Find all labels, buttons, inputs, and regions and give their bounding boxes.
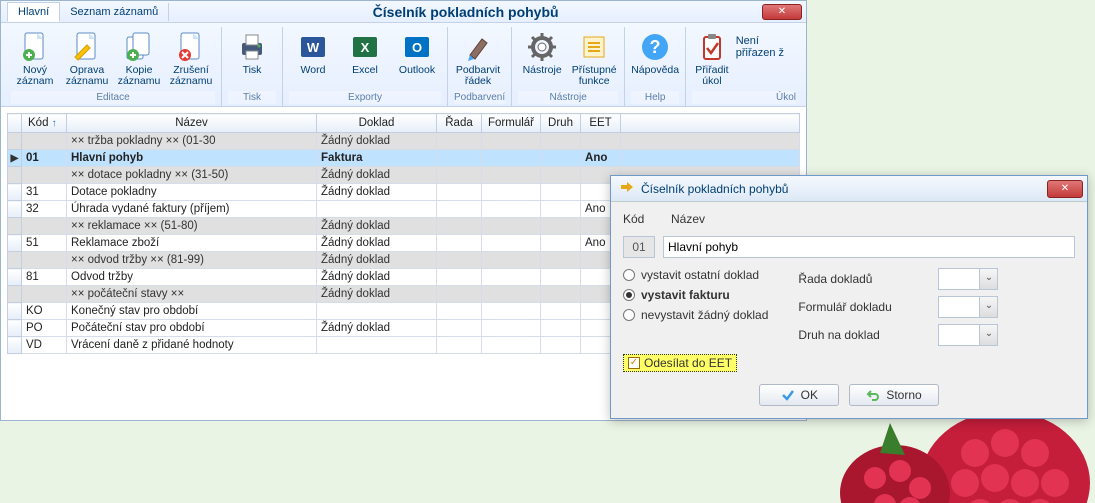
chevron-down-icon[interactable]: ⌄: [979, 297, 997, 317]
functions-button[interactable]: Přístupné funkce: [570, 29, 618, 89]
tools-button[interactable]: Nástroje: [518, 29, 566, 89]
check-icon: [781, 388, 795, 402]
col-doc[interactable]: Doklad: [317, 114, 437, 133]
form-combo[interactable]: ⌄: [938, 296, 998, 318]
col-code[interactable]: Kód ↑: [22, 114, 67, 133]
document-delete-icon: [175, 31, 207, 63]
series-label: Řada dokladů: [798, 272, 872, 286]
svg-text:W: W: [307, 40, 320, 55]
paintbrush-icon: [462, 31, 494, 63]
row-selector-header[interactable]: [8, 114, 22, 133]
col-series[interactable]: Řada: [437, 114, 482, 133]
tab-main[interactable]: Hlavní: [7, 2, 60, 22]
dialog-close-button[interactable]: ✕: [1047, 180, 1083, 198]
radio-other-doc[interactable]: vystavit ostatní doklad: [623, 268, 768, 282]
dialog-title: Číselník pokladních pohybů: [641, 182, 1047, 196]
radio-none[interactable]: nevystavit žádný doklad: [623, 308, 768, 322]
ribbon: Nový záznam Oprava záznamu Kopie záznamu…: [1, 23, 806, 107]
undo-icon: [866, 388, 880, 402]
table-row[interactable]: ×× tržba pokladny ×× (01-30Žádný doklad: [8, 133, 800, 150]
name-label: Název: [671, 212, 705, 226]
chevron-down-icon[interactable]: ⌄: [979, 325, 997, 345]
copy-record-button[interactable]: Kopie záznamu: [115, 29, 163, 89]
col-eet[interactable]: EET: [581, 114, 621, 133]
document-plus-icon: [19, 31, 51, 63]
help-icon: ?: [639, 31, 671, 63]
outlook-icon: O: [401, 31, 433, 63]
arrows-icon: [619, 181, 635, 197]
print-button[interactable]: Tisk: [228, 29, 276, 89]
sort-asc-icon: ↑: [52, 118, 57, 129]
close-button[interactable]: ✕: [762, 4, 802, 20]
table-row[interactable]: ▶01Hlavní pohybFakturaAno: [8, 150, 800, 167]
col-type[interactable]: Druh: [541, 114, 581, 133]
printer-icon: [236, 31, 268, 63]
title-bar: Hlavní Seznam záznamů Číselník pokladníc…: [1, 1, 806, 23]
chevron-down-icon[interactable]: ⌄: [979, 269, 997, 289]
excel-icon: X: [349, 31, 381, 63]
assign-task-button[interactable]: Přiřadit úkol: [692, 29, 732, 89]
type-combo[interactable]: ⌄: [938, 324, 998, 346]
col-name[interactable]: Název: [67, 114, 317, 133]
highlight-row-button[interactable]: Podbarvit řádek: [454, 29, 502, 89]
col-spacer: [621, 114, 800, 133]
new-record-button[interactable]: Nový záznam: [11, 29, 59, 89]
window-title: Číselník pokladních pohybů: [169, 4, 762, 20]
document-pencil-icon: [71, 31, 103, 63]
excel-export-button[interactable]: X Excel: [341, 29, 389, 89]
svg-text:O: O: [412, 40, 422, 55]
document-copy-icon: [123, 31, 155, 63]
word-icon: W: [297, 31, 329, 63]
edit-record-button[interactable]: Oprava záznamu: [63, 29, 111, 89]
svg-text:?: ?: [650, 37, 661, 57]
gear-icon: [526, 31, 558, 63]
list-icon: [578, 31, 610, 63]
code-label: Kód: [623, 212, 663, 226]
eet-checkbox[interactable]: ✓ Odesílat do EET: [623, 354, 737, 372]
radio-invoice[interactable]: vystavit fakturu: [623, 288, 768, 302]
clipboard-icon: [696, 31, 728, 63]
form-label: Formulář dokladu: [798, 300, 891, 314]
outlook-export-button[interactable]: O Outlook: [393, 29, 441, 89]
code-field: [623, 236, 655, 258]
checkbox-icon: ✓: [628, 357, 640, 369]
delete-record-button[interactable]: Zrušení záznamu: [167, 29, 215, 89]
help-button[interactable]: ? Nápověda: [631, 29, 679, 89]
svg-text:X: X: [361, 40, 370, 55]
col-form[interactable]: Formulář: [482, 114, 541, 133]
type-label: Druh na doklad: [798, 328, 879, 342]
task-status: Není přiřazen ž: [736, 29, 796, 89]
ok-button[interactable]: OK: [759, 384, 839, 406]
dialog-title-bar: Číselník pokladních pohybů ✕: [611, 176, 1087, 202]
tab-list[interactable]: Seznam záznamů: [60, 3, 169, 21]
cancel-button[interactable]: Storno: [849, 384, 938, 406]
name-field[interactable]: [663, 236, 1075, 258]
word-export-button[interactable]: W Word: [289, 29, 337, 89]
series-combo[interactable]: ⌄: [938, 268, 998, 290]
edit-dialog: Číselník pokladních pohybů ✕ Kód Název v…: [610, 175, 1088, 419]
